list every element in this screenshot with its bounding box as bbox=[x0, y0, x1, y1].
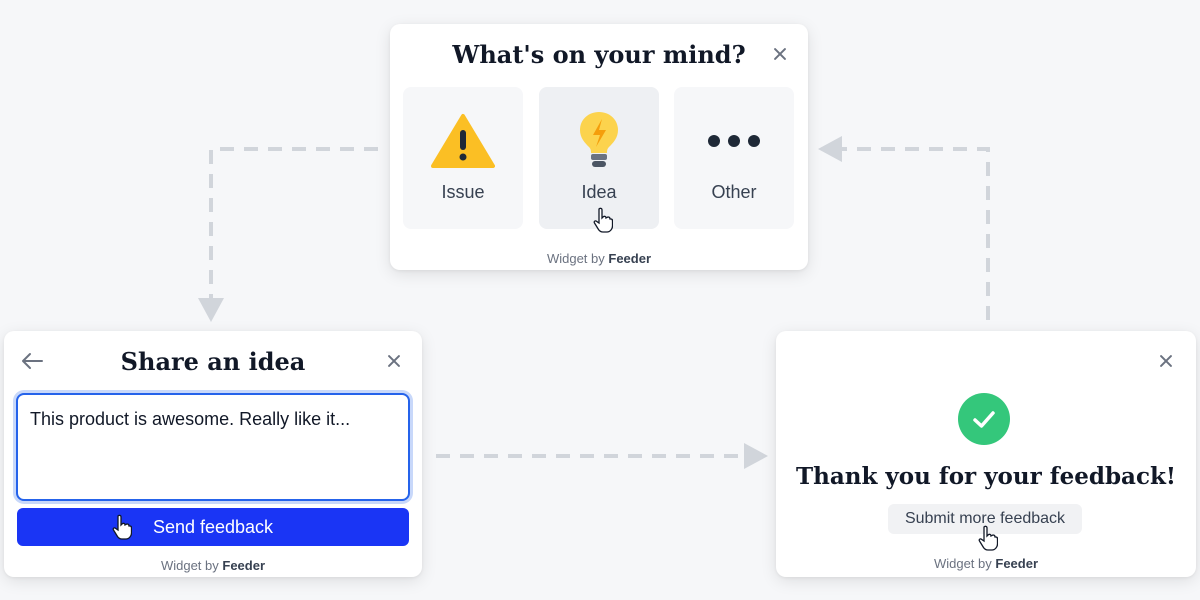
widget-footer: Widget by Feeder bbox=[776, 556, 1196, 571]
flow-arrow-thanks-to-mind bbox=[842, 147, 990, 320]
footer-prefix: Widget by bbox=[546, 251, 605, 266]
option-issue[interactable]: Issue bbox=[403, 87, 523, 229]
close-icon[interactable] bbox=[1158, 353, 1174, 369]
footer-prefix: Widget by bbox=[160, 558, 219, 573]
option-other-label: Other bbox=[711, 182, 757, 202]
arrowhead-right bbox=[744, 443, 768, 469]
option-idea[interactable]: Idea bbox=[539, 87, 659, 229]
thank-you-card: Thank you for your feedback! Submit more… bbox=[776, 331, 1196, 577]
option-other[interactable]: Other bbox=[674, 87, 794, 229]
option-issue-label: Issue bbox=[441, 182, 485, 202]
widget-footer: Widget by Feeder bbox=[390, 251, 808, 266]
feedback-type-card: What's on your mind? Issue Idea Other Wi… bbox=[390, 24, 808, 270]
success-check-icon bbox=[958, 393, 1010, 445]
warning-icon bbox=[431, 114, 495, 168]
send-feedback-button[interactable]: Send feedback bbox=[17, 508, 409, 546]
footer-brand-link[interactable]: Feeder bbox=[222, 558, 265, 573]
share-idea-card: Share an idea This product is awesome. R… bbox=[4, 331, 422, 577]
widget-footer: Widget by Feeder bbox=[4, 558, 422, 573]
submit-more-label: Submit more feedback bbox=[904, 510, 1066, 527]
option-idea-label: Idea bbox=[581, 182, 617, 202]
footer-brand-link[interactable]: Feeder bbox=[608, 251, 651, 266]
arrowhead-left bbox=[818, 136, 842, 162]
close-icon[interactable] bbox=[386, 353, 402, 369]
more-dots-icon bbox=[708, 135, 760, 147]
thank-you-message: Thank you for your feedback! bbox=[795, 463, 1177, 490]
arrowhead-down bbox=[198, 298, 224, 322]
share-idea-title: Share an idea bbox=[120, 347, 306, 376]
send-feedback-label: Send feedback bbox=[152, 517, 274, 537]
close-icon[interactable] bbox=[772, 46, 788, 62]
feedback-textarea[interactable]: This product is awesome. Really like it.… bbox=[16, 393, 410, 501]
flow-arrow-mind-to-share bbox=[209, 147, 378, 300]
footer-brand-link[interactable]: Feeder bbox=[995, 556, 1038, 571]
lightbulb-icon bbox=[580, 112, 618, 167]
footer-prefix: Widget by bbox=[933, 556, 992, 571]
submit-more-feedback-button[interactable]: Submit more feedback bbox=[888, 504, 1082, 534]
feedback-type-title: What's on your mind? bbox=[452, 40, 746, 69]
